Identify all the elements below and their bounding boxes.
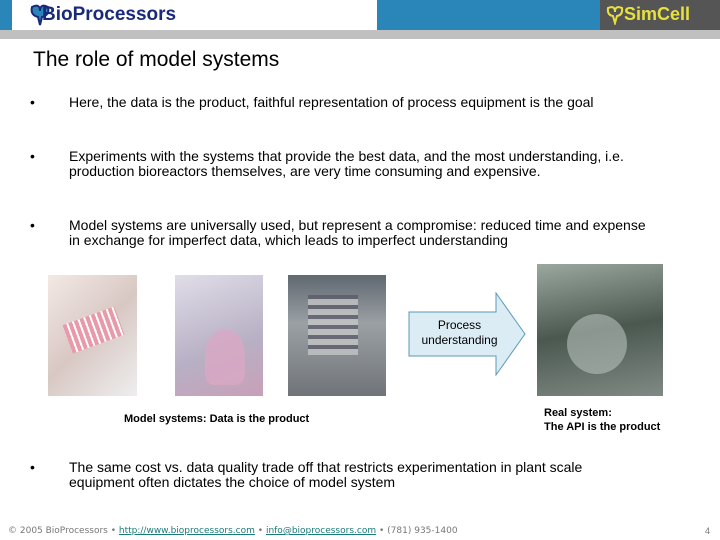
phone: • (781) 935-1400 xyxy=(378,526,458,536)
simcell-logo-icon xyxy=(606,6,624,25)
page-number: 4 xyxy=(705,526,711,536)
slide-title: The role of model systems xyxy=(33,48,280,71)
email-link[interactable]: info@bioprocessors.com xyxy=(266,526,376,536)
bench-bioreactor-photo xyxy=(288,275,386,396)
footer: © 2005 BioProcessors • http://www.biopro… xyxy=(8,526,458,536)
copyright: © 2005 BioProcessors • xyxy=(8,526,117,536)
header-divider xyxy=(0,30,720,39)
real-system-caption-1: Real system: xyxy=(544,407,612,419)
website-link[interactable]: http://www.bioprocessors.com xyxy=(119,526,255,536)
microplate-photo xyxy=(48,275,137,396)
production-plant-photo xyxy=(537,264,663,396)
model-systems-caption: Model systems: Data is the product xyxy=(124,413,310,425)
bioprocessors-logo: BioProcessors xyxy=(12,0,377,30)
separator: • xyxy=(257,526,264,536)
simcell-logo: SimCell xyxy=(600,0,720,30)
arrow-label: Process understanding xyxy=(421,318,498,347)
real-system-caption-2: The API is the product xyxy=(544,421,661,433)
flask-photo xyxy=(175,275,263,396)
